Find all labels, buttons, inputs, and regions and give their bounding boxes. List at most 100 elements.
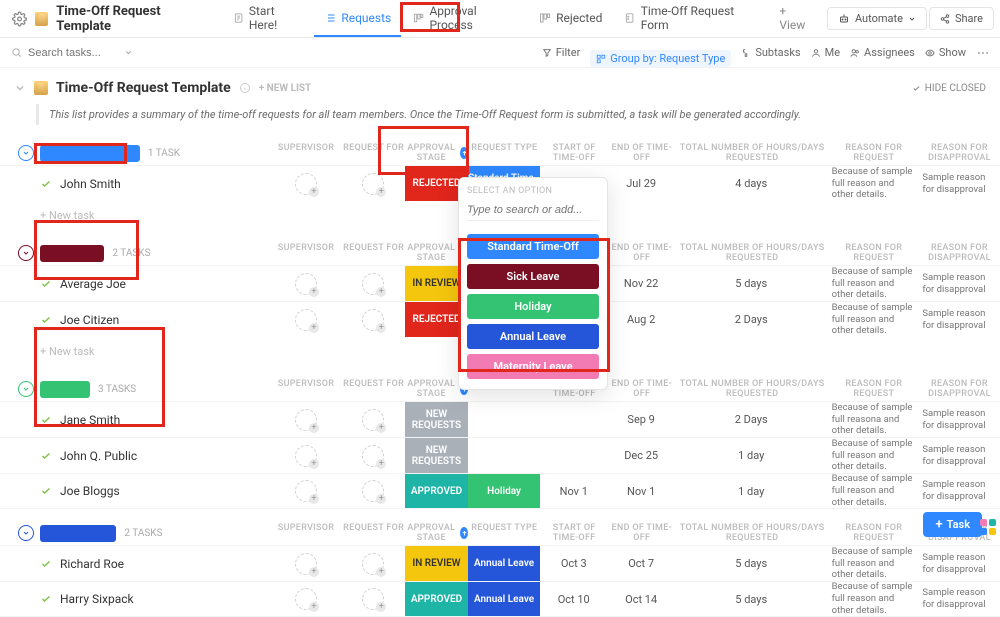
assignee-placeholder-icon[interactable] [362,553,384,575]
request-for-cell[interactable] [342,302,405,337]
assignee-placeholder-icon[interactable] [295,409,317,431]
me-button[interactable]: Me [811,46,840,59]
search-input[interactable] [10,46,140,60]
automate-button[interactable]: Automate [827,7,927,30]
task-name-cell[interactable]: Richard Roe [0,557,270,571]
col-request-type[interactable]: REQUEST TYPE [468,143,540,163]
end-date-cell[interactable]: Nov 1 [607,474,674,508]
start-date-cell[interactable]: Oct 10 [540,582,607,616]
assignee-placeholder-icon[interactable] [295,273,317,295]
reason-cell[interactable]: Because of sample full reason and other … [828,582,919,616]
start-date-cell[interactable]: Nov 1 [540,474,607,508]
reason-cell[interactable]: Because of sample full reasona and other… [828,402,919,437]
group-pill[interactable]: Annual Leave [40,525,116,542]
sort-asc-icon[interactable] [460,147,468,159]
request-type-cell[interactable]: Annual Leave [468,546,540,581]
group-pill[interactable]: Standard Time-Off [40,145,140,162]
task-name-cell[interactable]: John Smith [0,177,270,191]
col-supervisor[interactable]: SUPERVISOR [270,143,342,163]
task-name-cell[interactable]: John Q. Public [0,449,270,463]
tab-start-here[interactable]: Start Here! [223,0,313,37]
request-type-dropdown[interactable]: SELECT AN OPTION Standard Time-Off Sick … [458,177,608,390]
total-cell[interactable]: 5 days [675,546,828,581]
supervisor-cell[interactable] [270,302,342,337]
group-by-button[interactable]: Group by: Request Type [590,50,731,67]
assignees-button[interactable]: Assignees [850,46,915,59]
request-type-cell[interactable]: Holiday [468,474,540,508]
group-pill[interactable]: Holiday [40,381,90,398]
add-view-button[interactable]: + View [769,0,823,37]
approval-stage-cell[interactable]: APPROVED [405,582,468,616]
request-type-cell[interactable] [468,402,540,437]
group-collapse-toggle[interactable] [18,145,34,161]
task-name-cell[interactable]: Harry Sixpack [0,592,270,606]
col-end[interactable]: END OF TIME-OFF [608,523,676,543]
col-disapproval[interactable]: REASON FOR DISAPPROVAL [919,379,1000,399]
task-row[interactable]: Jane Smith NEW REQUESTS Sep 9 2 Days Bec… [0,401,1000,437]
total-cell[interactable]: 1 day [675,474,828,508]
assignee-placeholder-icon[interactable] [362,273,384,295]
disapproval-cell[interactable]: Sample reason for disapproval [918,582,1000,616]
total-cell[interactable]: 4 days [675,166,828,201]
request-for-cell[interactable] [342,582,405,616]
supervisor-cell[interactable] [270,166,342,201]
col-request-for[interactable]: REQUEST FOR [342,379,405,399]
disapproval-cell[interactable]: Sample reason for disapproval [918,302,1000,337]
new-list-button[interactable]: + NEW LIST [259,83,312,94]
task-name-cell[interactable]: Jane Smith [0,413,270,427]
col-end[interactable]: END OF TIME-OFF [608,379,676,399]
reason-cell[interactable]: Because of sample full reason and other … [828,438,919,473]
request-for-cell[interactable] [342,438,405,473]
reason-cell[interactable]: Because of sample full reason and other … [828,546,919,581]
col-request-for[interactable]: REQUEST FOR [342,143,405,163]
reason-cell[interactable]: Because of sample full reason and other … [828,266,919,301]
show-button[interactable]: Show [925,46,966,59]
task-row[interactable]: Joe Bloggs APPROVED Holiday Nov 1 Nov 1 … [0,473,1000,509]
col-approval-stage[interactable]: APPROVAL STAGE [405,523,468,543]
dropdown-option-holiday[interactable]: Holiday [467,294,599,319]
total-cell[interactable]: 5 days [675,266,828,301]
supervisor-cell[interactable] [270,402,342,437]
col-request-for[interactable]: REQUEST FOR [342,243,405,263]
total-cell[interactable]: 2 Days [675,402,828,437]
tab-request-form[interactable]: Time-Off Request Form [614,0,767,37]
share-button[interactable]: Share [929,7,994,30]
chevron-down-icon[interactable] [124,48,133,57]
col-approval-stage[interactable]: APPROVAL STAGE [405,143,468,163]
disapproval-cell[interactable]: Sample reason for disapproval [918,266,1000,301]
col-total[interactable]: TOTAL NUMBER OF HOURS/DAYS REQUESTED [676,523,829,543]
subtasks-button[interactable]: Subtasks [741,46,800,59]
end-date-cell[interactable]: Aug 2 [607,302,674,337]
col-supervisor[interactable]: SUPERVISOR [270,379,342,399]
col-reason[interactable]: REASON FOR REQUEST [829,143,919,163]
col-total[interactable]: TOTAL NUMBER OF HOURS/DAYS REQUESTED [676,243,829,263]
task-row[interactable]: John Q. Public NEW REQUESTS Dec 25 1 day… [0,437,1000,473]
start-date-cell[interactable] [540,402,607,437]
total-cell[interactable]: 5 days [675,582,828,616]
assignee-placeholder-icon[interactable] [362,409,384,431]
more-icon[interactable] [976,46,990,60]
col-request-for[interactable]: REQUEST FOR [342,523,405,543]
task-name-cell[interactable]: Joe Bloggs [0,484,270,498]
col-disapproval[interactable]: REASON FOR DISAPPROVAL [919,243,1000,263]
group-collapse-toggle[interactable] [18,525,34,541]
supervisor-cell[interactable] [270,438,342,473]
col-reason[interactable]: REASON FOR REQUEST [829,523,919,543]
sort-asc-icon[interactable] [460,527,468,539]
dropdown-option-standard[interactable]: Standard Time-Off [467,234,599,259]
supervisor-cell[interactable] [270,266,342,301]
disapproval-cell[interactable]: Sample reason for disapproval [918,546,1000,581]
task-name-cell[interactable]: Average Joe [0,277,270,291]
assignee-placeholder-icon[interactable] [295,480,317,502]
assignee-placeholder-icon[interactable] [295,309,317,331]
approval-stage-cell[interactable]: NEW REQUESTS [405,438,468,473]
assignee-placeholder-icon[interactable] [295,445,317,467]
end-date-cell[interactable]: Dec 25 [607,438,674,473]
supervisor-cell[interactable] [270,546,342,581]
end-date-cell[interactable]: Jul 29 [607,166,674,201]
assignee-placeholder-icon[interactable] [362,445,384,467]
col-end[interactable]: END OF TIME-OFF [608,243,676,263]
end-date-cell[interactable]: Oct 7 [607,546,674,581]
total-cell[interactable]: 2 Days [675,302,828,337]
assignee-placeholder-icon[interactable] [362,173,384,195]
